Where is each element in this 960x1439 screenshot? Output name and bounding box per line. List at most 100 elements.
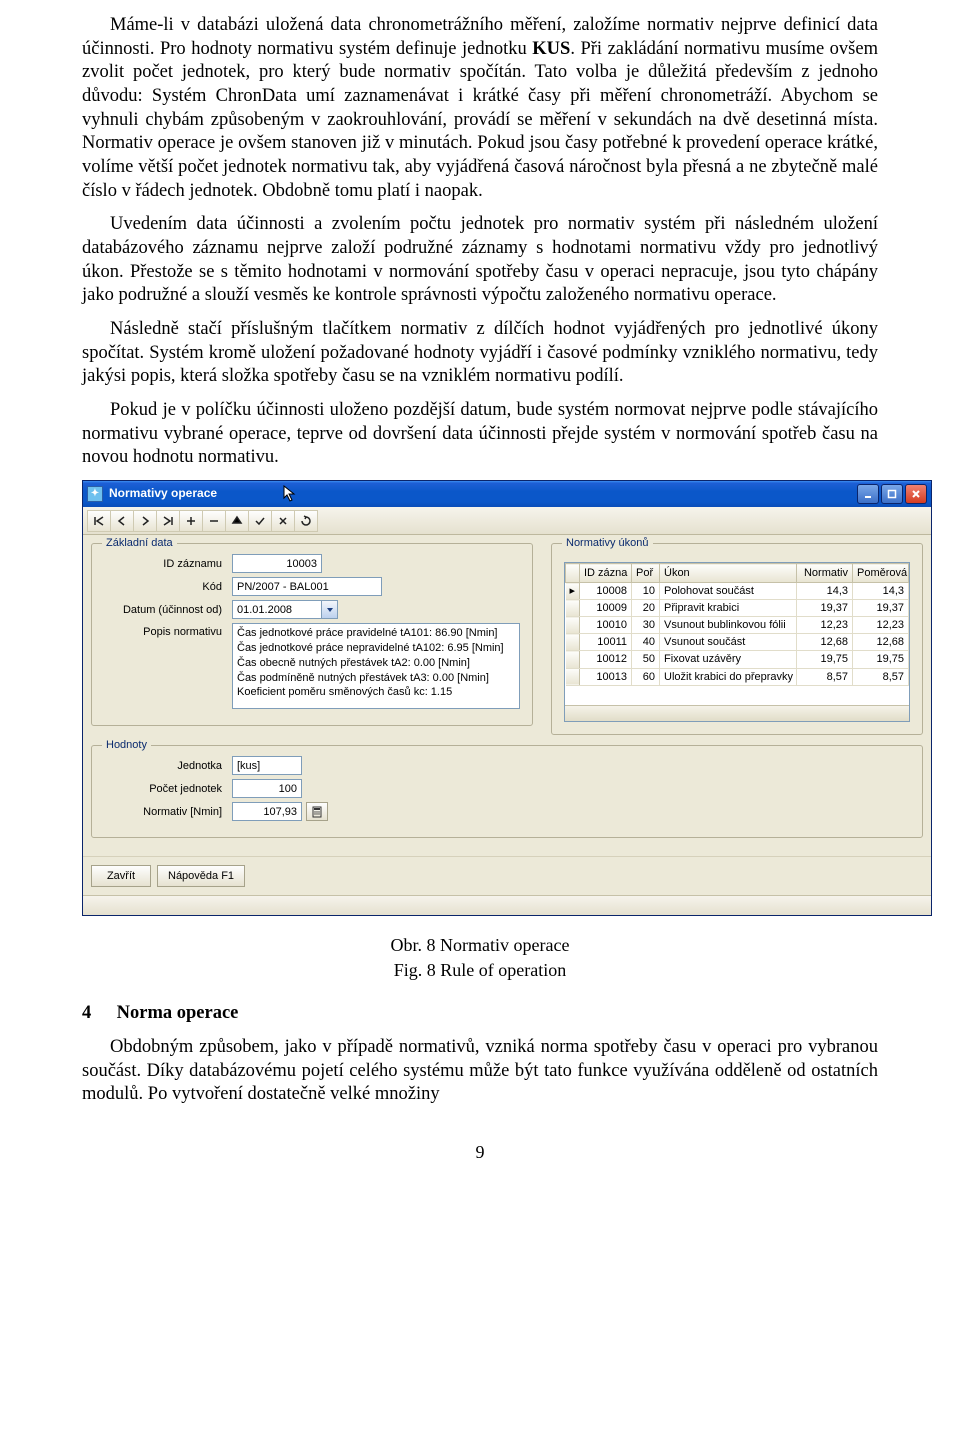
cell-norm: 12,68 bbox=[797, 634, 853, 651]
col-ukon[interactable]: Úkon bbox=[660, 564, 797, 583]
group-hodnoty-legend: Hodnoty bbox=[102, 738, 151, 752]
input-pocet[interactable] bbox=[232, 779, 302, 798]
table-row[interactable]: 1001030Vsunout bublinkovou fólii12,2312,… bbox=[566, 617, 909, 634]
cell-id: 10008 bbox=[580, 583, 632, 600]
nav-refresh-button[interactable] bbox=[294, 510, 318, 532]
body-paragraph-2: Uvedením data účinnosti a zvolením počtu… bbox=[82, 213, 878, 308]
client-area: Základní data ID záznamu Kód Datum (účin… bbox=[83, 535, 931, 856]
window-title: Normativy operace bbox=[109, 486, 217, 501]
cell-pom: 19,75 bbox=[853, 651, 909, 668]
cell-por: 50 bbox=[632, 651, 660, 668]
nav-prev-button[interactable] bbox=[110, 510, 134, 532]
cell-por: 10 bbox=[632, 583, 660, 600]
row-indicator bbox=[566, 634, 580, 651]
group-zakladni-legend: Základní data bbox=[102, 536, 177, 550]
cell-por: 20 bbox=[632, 600, 660, 617]
col-pomerova[interactable]: Poměrová bbox=[853, 564, 909, 583]
nav-cancel-button[interactable] bbox=[271, 510, 295, 532]
p1-kus: KUS bbox=[532, 39, 570, 59]
cell-id: 10011 bbox=[580, 634, 632, 651]
table-row[interactable]: 1001250Fixovat uzávěry19,7519,75 bbox=[566, 651, 909, 668]
label-datum: Datum (účinnost od) bbox=[104, 603, 232, 617]
nav-last-button[interactable] bbox=[156, 510, 180, 532]
app-window: ✦ Normativy operace bbox=[82, 480, 932, 916]
window-minimize-button[interactable] bbox=[857, 484, 879, 504]
cell-id: 10012 bbox=[580, 651, 632, 668]
input-normativ[interactable] bbox=[232, 802, 302, 821]
statusbar bbox=[83, 895, 931, 915]
page-number: 9 bbox=[82, 1141, 878, 1164]
input-kod[interactable] bbox=[232, 577, 382, 596]
p1-text-c: . Při zakládání normativu musíme ovšem z… bbox=[82, 39, 878, 201]
label-kod: Kód bbox=[104, 580, 232, 594]
cell-pom: 19,37 bbox=[853, 600, 909, 617]
body-paragraph-5: Obdobným způsobem, jako v případě normat… bbox=[82, 1036, 878, 1107]
cell-pom: 12,23 bbox=[853, 617, 909, 634]
date-dropdown-button[interactable] bbox=[322, 600, 338, 619]
cell-id: 10010 bbox=[580, 617, 632, 634]
cell-norm: 8,57 bbox=[797, 668, 853, 685]
group-zakladni-data: Základní data ID záznamu Kód Datum (účin… bbox=[91, 543, 533, 726]
row-indicator bbox=[566, 617, 580, 634]
table-row[interactable]: ▸1000810Polohovat součást14,314,3 bbox=[566, 583, 909, 600]
label-pocet: Počet jednotek bbox=[104, 782, 232, 796]
row-indicator bbox=[566, 651, 580, 668]
figure-caption-en: Fig. 8 Rule of operation bbox=[82, 959, 878, 982]
label-jednotka: Jednotka bbox=[104, 759, 232, 773]
label-normativ: Normativ [Nmin] bbox=[104, 805, 232, 819]
section-number: 4 bbox=[82, 1002, 112, 1026]
grid-scrollbar[interactable] bbox=[565, 705, 909, 721]
figure-caption-cz: Obr. 8 Normativ operace bbox=[82, 934, 878, 957]
table-row[interactable]: 1001360Uložit krabici do přepravky8,578,… bbox=[566, 668, 909, 685]
window-close-button[interactable] bbox=[905, 484, 927, 504]
section-heading: 4 Norma operace bbox=[82, 1002, 878, 1026]
input-datum[interactable] bbox=[232, 600, 322, 619]
close-button[interactable]: Zavřít bbox=[91, 865, 151, 887]
cell-ukon: Fixovat uzávěry bbox=[660, 651, 797, 668]
textarea-popis[interactable] bbox=[232, 623, 520, 709]
cell-por: 60 bbox=[632, 668, 660, 685]
group-hodnoty: Hodnoty Jednotka Počet jednotek Normativ… bbox=[91, 745, 923, 838]
cell-ukon: Uložit krabici do přepravky bbox=[660, 668, 797, 685]
cell-ukon: Vsunout bublinkovou fólii bbox=[660, 617, 797, 634]
grid-ukony[interactable]: ID zázna Poř Úkon Normativ Poměrová ▸100… bbox=[564, 562, 910, 722]
row-indicator: ▸ bbox=[566, 583, 580, 600]
group-normativy-ukonu: Normativy úkonů ID zázna bbox=[551, 543, 923, 735]
cell-id: 10009 bbox=[580, 600, 632, 617]
input-jednotka[interactable] bbox=[232, 756, 302, 775]
cell-id: 10013 bbox=[580, 668, 632, 685]
input-id[interactable] bbox=[232, 554, 322, 573]
help-button[interactable]: Nápověda F1 bbox=[157, 865, 245, 887]
nav-first-button[interactable] bbox=[87, 510, 111, 532]
body-paragraph-4: Pokud je v políčku účinnosti uloženo poz… bbox=[82, 399, 878, 470]
group-ukonu-legend: Normativy úkonů bbox=[562, 536, 653, 550]
nav-edit-button[interactable] bbox=[225, 510, 249, 532]
body-paragraph-3: Následně stačí příslušným tlačítkem norm… bbox=[82, 318, 878, 389]
nav-delete-button[interactable] bbox=[202, 510, 226, 532]
navigator-toolbar bbox=[83, 507, 931, 535]
cell-ukon: Připravit krabici bbox=[660, 600, 797, 617]
window-titlebar[interactable]: ✦ Normativy operace bbox=[83, 481, 931, 507]
table-row[interactable]: 1001140Vsunout součást12,6812,68 bbox=[566, 634, 909, 651]
cell-norm: 12,23 bbox=[797, 617, 853, 634]
window-maximize-button[interactable] bbox=[881, 484, 903, 504]
cell-pom: 8,57 bbox=[853, 668, 909, 685]
bottom-button-bar: Zavřít Nápověda F1 bbox=[83, 856, 931, 895]
calc-button[interactable] bbox=[306, 802, 328, 821]
app-icon: ✦ bbox=[87, 486, 103, 502]
cell-por: 40 bbox=[632, 634, 660, 651]
cell-ukon: Vsunout součást bbox=[660, 634, 797, 651]
cursor-icon bbox=[283, 485, 297, 503]
nav-next-button[interactable] bbox=[133, 510, 157, 532]
nav-post-button[interactable] bbox=[248, 510, 272, 532]
col-normativ[interactable]: Normativ bbox=[797, 564, 853, 583]
cell-norm: 19,75 bbox=[797, 651, 853, 668]
col-id[interactable]: ID zázna bbox=[580, 564, 632, 583]
table-row[interactable]: 1000920Připravit krabici19,3719,37 bbox=[566, 600, 909, 617]
cell-por: 30 bbox=[632, 617, 660, 634]
col-por[interactable]: Poř bbox=[632, 564, 660, 583]
cell-norm: 19,37 bbox=[797, 600, 853, 617]
nav-insert-button[interactable] bbox=[179, 510, 203, 532]
cell-pom: 12,68 bbox=[853, 634, 909, 651]
row-indicator bbox=[566, 600, 580, 617]
